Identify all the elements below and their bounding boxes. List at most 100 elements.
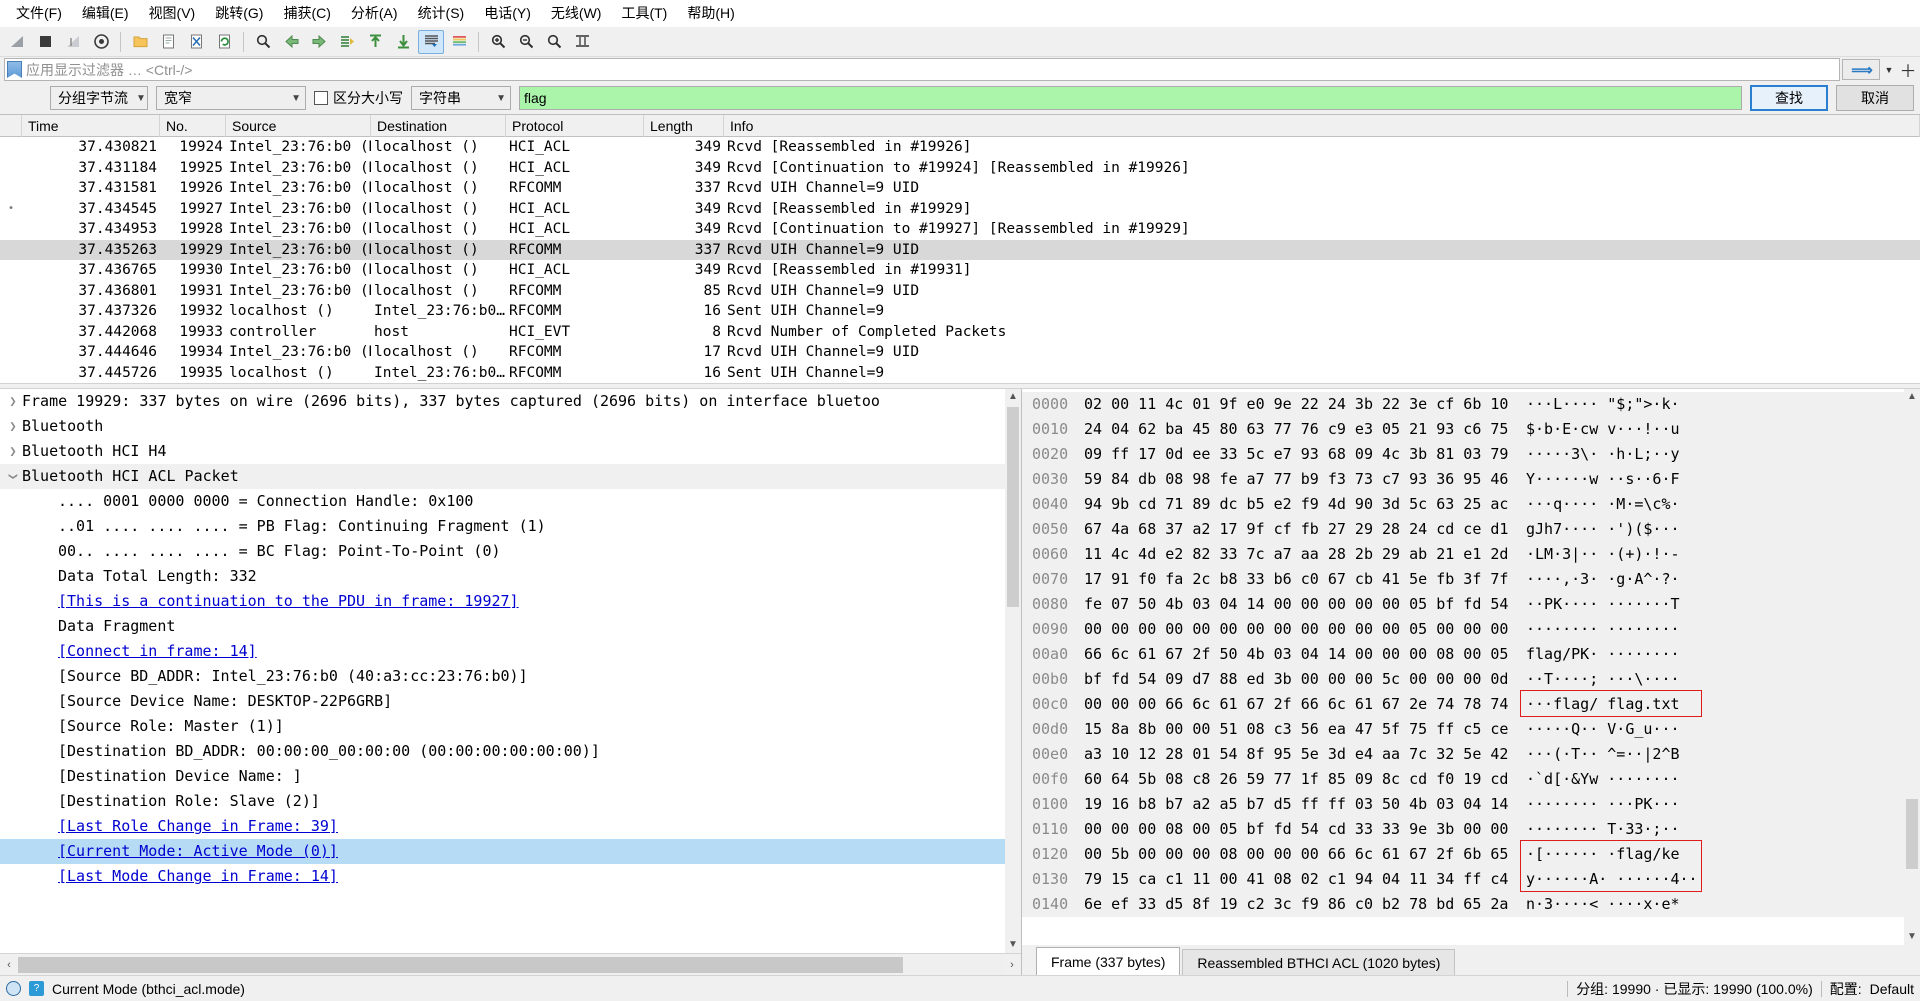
hex-dump-row[interactable]: 00b0 bf fd 54 09 d7 88 ed 3b 00 00 00 5c … xyxy=(1022,667,1904,692)
menu-file[interactable]: 文件(F) xyxy=(6,1,72,25)
scroll-up-icon[interactable]: ▲ xyxy=(1907,389,1917,405)
detail-tree-item[interactable]: [Connect in frame: 14] xyxy=(0,639,1005,664)
colorize-icon[interactable] xyxy=(446,30,472,54)
column-header-source[interactable]: Source xyxy=(226,114,371,137)
close-file-icon[interactable] xyxy=(183,30,209,54)
hex-dump-row[interactable]: 0140 6e ef 33 d5 8f 19 c2 3c f9 86 c0 b2 … xyxy=(1022,892,1904,917)
detail-tree-item[interactable]: [Current Mode: Active Mode (0)] xyxy=(0,839,1005,864)
hex-dump-row[interactable]: 0080 fe 07 50 4b 03 04 14 00 00 00 00 00 … xyxy=(1022,592,1904,617)
hex-dump-row[interactable]: 0110 00 00 00 08 00 05 bf fd 54 cd 33 33 … xyxy=(1022,817,1904,842)
menu-go[interactable]: 跳转(G) xyxy=(205,1,273,25)
table-row[interactable]: 37.445726 19935 localhost () Intel_23:76:b0… xyxy=(0,363,1920,384)
scroll-up-icon[interactable]: ▲ xyxy=(1008,389,1018,405)
table-row[interactable]: 37.444646 19934 Intel_23:76:b0 (D… localhos… xyxy=(0,342,1920,363)
details-vertical-scrollbar[interactable]: ▲ ▼ xyxy=(1005,389,1021,953)
detail-tree-item[interactable]: [Source Role: Master (1)] xyxy=(0,714,1005,739)
details-hscroll-track[interactable] xyxy=(18,956,1003,973)
go-back-icon[interactable] xyxy=(278,30,304,54)
column-header-info[interactable]: Info xyxy=(724,114,1920,137)
details-horizontal-scrollbar[interactable]: ‹ › xyxy=(0,953,1021,975)
tab-reassembled[interactable]: Reassembled BTHCI ACL (1020 bytes) xyxy=(1182,949,1456,975)
table-row[interactable]: 37.431581 19926 Intel_23:76:b0 (D… localhos… xyxy=(0,178,1920,199)
hex-dump-row[interactable]: 00f0 60 64 5b 08 c8 26 59 77 1f 85 09 8c … xyxy=(1022,767,1904,792)
detail-tree-item[interactable]: [This is a continuation to the PDU in fr… xyxy=(0,589,1005,614)
bookmark-icon[interactable] xyxy=(7,61,22,78)
resize-columns-icon[interactable] xyxy=(569,30,595,54)
chevron-right-icon[interactable]: ❯ xyxy=(4,439,22,464)
hex-dump-row[interactable]: 0130 79 15 ca c1 11 00 41 08 02 c1 94 04 … xyxy=(1022,867,1904,892)
detail-tree-item[interactable]: ❯ Bluetooth HCI ACL Packet xyxy=(0,464,1005,489)
tab-frame[interactable]: Frame (337 bytes) xyxy=(1036,947,1181,975)
scroll-down-icon[interactable]: ▼ xyxy=(1008,937,1018,953)
chevron-right-icon[interactable]: ❯ xyxy=(4,414,22,439)
stop-capture-icon[interactable] xyxy=(32,30,58,54)
scroll-left-icon[interactable]: ‹ xyxy=(0,959,18,971)
menu-capture[interactable]: 捕获(C) xyxy=(273,1,340,25)
checkbox-box[interactable] xyxy=(314,91,328,105)
details-hscroll-thumb[interactable] xyxy=(18,956,903,973)
hex-vertical-scrollbar[interactable]: ▲ ▼ xyxy=(1904,389,1920,945)
capture-options-icon[interactable] xyxy=(88,30,114,54)
detail-tree-item[interactable]: [Destination Role: Slave (2)] xyxy=(0,789,1005,814)
detail-tree-item[interactable]: Data Fragment xyxy=(0,614,1005,639)
menu-view[interactable]: 视图(V) xyxy=(139,1,206,25)
detail-tree-item[interactable]: Data Total Length: 332 xyxy=(0,564,1005,589)
hex-dump-row[interactable]: 0030 59 84 db 08 98 fe a7 77 b9 f3 73 c7 … xyxy=(1022,467,1904,492)
table-row[interactable]: 37.435263 19929 Intel_23:76:b0 (D… localhos… xyxy=(0,239,1920,260)
table-row[interactable]: 37.436765 19930 Intel_23:76:b0 (D… localhos… xyxy=(0,260,1920,281)
go-last-packet-icon[interactable] xyxy=(390,30,416,54)
zoom-out-icon[interactable] xyxy=(513,30,539,54)
find-case-sensitive-checkbox[interactable]: 区分大小写 xyxy=(314,88,403,108)
hex-dump-row[interactable]: 00a0 66 6c 61 67 2f 50 4b 03 04 14 00 00 … xyxy=(1022,642,1904,667)
column-header-time[interactable]: Time xyxy=(22,114,160,137)
details-scroll-thumb[interactable] xyxy=(1007,407,1019,607)
detail-tree-item[interactable]: .... 0001 0000 0000 = Connection Handle:… xyxy=(0,489,1005,514)
status-profile-value[interactable]: Default xyxy=(1870,981,1914,997)
go-to-packet-icon[interactable] xyxy=(334,30,360,54)
menu-tools[interactable]: 工具(T) xyxy=(611,1,677,25)
column-header-destination[interactable]: Destination xyxy=(371,114,506,137)
detail-tree-item[interactable]: [Destination Device Name: ] xyxy=(0,764,1005,789)
detail-tree-item[interactable]: [Destination BD_ADDR: 00:00:00_00:00:00 … xyxy=(0,739,1005,764)
cancel-button[interactable]: 取消 xyxy=(1836,85,1914,111)
menu-wireless[interactable]: 无线(W) xyxy=(541,1,612,25)
hex-dump-body[interactable]: 0000 02 00 11 4c 01 9f e0 9e 22 24 3b 22 … xyxy=(1022,389,1904,945)
table-row[interactable]: 37.436801 19931 Intel_23:76:b0 (D… localhos… xyxy=(0,281,1920,302)
chevron-down-icon[interactable]: ❯ xyxy=(1,468,26,486)
scroll-right-icon[interactable]: › xyxy=(1003,959,1021,971)
menu-telephony[interactable]: 电话(Y) xyxy=(474,1,541,25)
hex-dump-row[interactable]: 0120 00 5b 00 00 00 08 00 00 00 66 6c 61 … xyxy=(1022,842,1904,867)
table-row[interactable]: 37.431184 19925 Intel_23:76:b0 (D… localhos… xyxy=(0,158,1920,179)
detail-tree-item[interactable]: ..01 .... .... .... = PB Flag: Continuin… xyxy=(0,514,1005,539)
column-header-length[interactable]: Length xyxy=(644,114,724,137)
find-packet-icon[interactable] xyxy=(250,30,276,54)
expert-info-icon[interactable]: ? xyxy=(29,981,44,996)
scroll-down-icon[interactable]: ▼ xyxy=(1907,929,1917,945)
hex-dump-row[interactable]: 0010 24 04 62 ba 45 80 63 77 76 c9 e3 05 … xyxy=(1022,417,1904,442)
hex-dump-row[interactable]: 00c0 00 00 00 66 6c 61 67 2f 66 6c 61 67 … xyxy=(1022,692,1904,717)
save-file-icon[interactable] xyxy=(155,30,181,54)
restart-capture-icon[interactable] xyxy=(60,30,86,54)
column-header-no[interactable]: No. xyxy=(160,114,226,137)
chevron-right-icon[interactable]: ❯ xyxy=(4,389,22,414)
find-button[interactable]: 查找 xyxy=(1750,85,1828,111)
find-search-in-select[interactable]: 分组字节流 ▼ xyxy=(50,86,148,110)
menu-analyze[interactable]: 分析(A) xyxy=(341,1,408,25)
zoom-in-icon[interactable] xyxy=(485,30,511,54)
table-row[interactable]: 37.437326 19932 localhost () Intel_23:76:b0… xyxy=(0,301,1920,322)
table-row[interactable]: • 37.434545 19927 Intel_23:76:b0 (D… localho… xyxy=(0,199,1920,220)
hex-dump-row[interactable]: 0070 17 91 f0 fa 2c b8 33 b6 c0 67 cb 41 … xyxy=(1022,567,1904,592)
hex-dump-row[interactable]: 0000 02 00 11 4c 01 9f e0 9e 22 24 3b 22 … xyxy=(1022,392,1904,417)
menu-statistics[interactable]: 统计(S) xyxy=(408,1,475,25)
hex-dump-row[interactable]: 0090 00 00 00 00 00 00 00 00 00 00 00 00 … xyxy=(1022,617,1904,642)
filter-dropdown-button[interactable]: ▼ xyxy=(1882,59,1896,80)
hex-dump-row[interactable]: 00e0 a3 10 12 28 01 54 8f 95 5e 3d e4 aa … xyxy=(1022,742,1904,767)
capture-status-icon[interactable] xyxy=(6,981,21,996)
detail-tree-item[interactable]: ❯ Bluetooth HCI H4 xyxy=(0,439,1005,464)
detail-tree-item[interactable]: [Source BD_ADDR: Intel_23:76:b0 (40:a3:c… xyxy=(0,664,1005,689)
detail-tree-item[interactable]: ❯ Frame 19929: 337 bytes on wire (2696 bi… xyxy=(0,389,1005,414)
detail-tree-item[interactable]: ❯ Bluetooth xyxy=(0,414,1005,439)
hex-dump-row[interactable]: 00d0 15 8a 8b 00 00 51 08 c3 56 ea 47 5f … xyxy=(1022,717,1904,742)
start-capture-icon[interactable] xyxy=(4,30,30,54)
auto-scroll-icon[interactable] xyxy=(418,29,444,54)
